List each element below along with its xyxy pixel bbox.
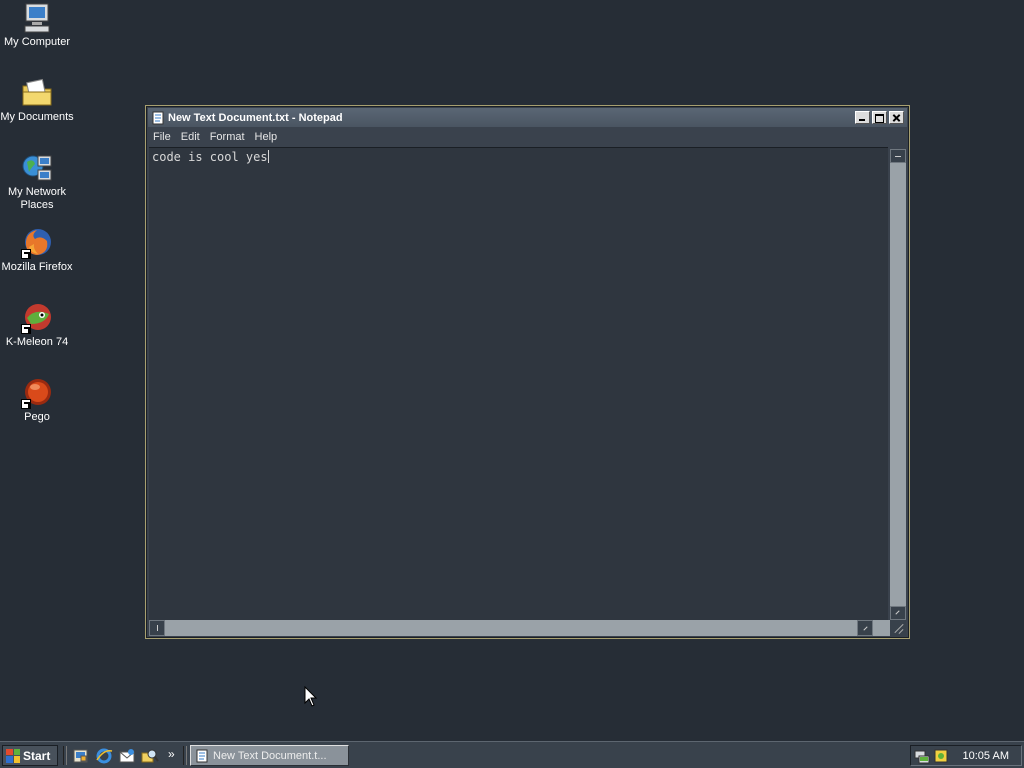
taskbar-separator: [183, 746, 187, 765]
close-button[interactable]: [889, 111, 904, 124]
start-button[interactable]: Start: [2, 745, 58, 766]
taskbar: Start » New Text Document.t... 10:05 AM: [0, 741, 1024, 768]
scroll-up-button[interactable]: [890, 149, 906, 163]
show-desktop-icon[interactable]: [72, 747, 90, 765]
taskbar-button-label: New Text Document.t...: [213, 749, 327, 762]
windows-logo-icon: [6, 748, 20, 763]
shortcut-arrow-icon: [21, 249, 31, 259]
scroll-right-button[interactable]: [857, 620, 873, 636]
notepad-icon: [195, 749, 209, 763]
scroll-down-button[interactable]: [890, 606, 906, 620]
desktop-icon-label: Mozilla Firefox: [1, 261, 73, 273]
maximize-button[interactable]: [872, 111, 887, 124]
folder-documents-icon: [21, 77, 53, 109]
taskbar-separator: [63, 746, 67, 765]
desktop-icon-my-computer[interactable]: My Computer: [0, 2, 74, 49]
menu-bar: File Edit Format Help: [148, 128, 907, 146]
resize-grip[interactable]: [890, 620, 906, 636]
text-editor[interactable]: code is cool yes: [149, 147, 888, 620]
desktop-icon-label: My Computer: [3, 36, 71, 48]
desktop-icon-my-network-places[interactable]: My Network Places: [0, 152, 74, 212]
taskbar-button-notepad[interactable]: New Text Document.t...: [190, 745, 349, 766]
outlook-express-icon[interactable]: [118, 747, 136, 765]
pego-icon: [21, 377, 53, 409]
minimize-button[interactable]: [855, 111, 870, 124]
desktop-icon-pego[interactable]: Pego: [0, 377, 74, 424]
scroll-left-button[interactable]: [149, 620, 165, 636]
internet-explorer-icon[interactable]: [95, 747, 113, 765]
title-bar[interactable]: New Text Document.txt - Notepad: [148, 108, 907, 127]
editor-content: code is cool yes: [152, 150, 268, 164]
system-tray: 10:05 AM: [910, 745, 1022, 766]
desktop-icon-label: Pego: [24, 411, 50, 423]
horizontal-scrollbar[interactable]: [149, 620, 890, 636]
desktop-icon-my-documents[interactable]: My Documents: [0, 77, 74, 124]
mouse-cursor-icon: [304, 685, 318, 708]
desktop-icon-label: K-Meleon 74: [5, 336, 69, 348]
firefox-icon: [21, 227, 53, 259]
start-label: Start: [23, 748, 51, 763]
desktop-icon-k-meleon[interactable]: K-Meleon 74: [0, 302, 74, 349]
menu-file[interactable]: File: [148, 131, 176, 143]
desktop-icon-label: My Documents: [0, 111, 74, 123]
computer-icon: [21, 2, 53, 34]
menu-format[interactable]: Format: [205, 131, 250, 143]
vertical-scrollbar[interactable]: [890, 149, 906, 620]
k-meleon-icon: [21, 302, 53, 334]
desktop-icon-mozilla-firefox[interactable]: Mozilla Firefox: [0, 227, 74, 274]
quick-launch-more-button[interactable]: »: [168, 747, 175, 761]
desktop-icon-label: My Network Places: [7, 186, 67, 211]
notepad-icon: [151, 111, 165, 125]
notepad-window: New Text Document.txt - Notepad File Edi…: [145, 105, 910, 639]
search-icon[interactable]: [141, 747, 159, 765]
network-places-icon: [21, 152, 53, 184]
security-tray-icon[interactable]: [933, 748, 949, 764]
network-tray-icon[interactable]: [914, 748, 930, 764]
window-title: New Text Document.txt - Notepad: [168, 111, 343, 124]
text-caret: [267, 150, 269, 163]
menu-edit[interactable]: Edit: [176, 131, 205, 143]
clock[interactable]: 10:05 AM: [963, 750, 1009, 762]
shortcut-arrow-icon: [21, 399, 31, 409]
shortcut-arrow-icon: [21, 324, 31, 334]
menu-help[interactable]: Help: [250, 131, 283, 143]
